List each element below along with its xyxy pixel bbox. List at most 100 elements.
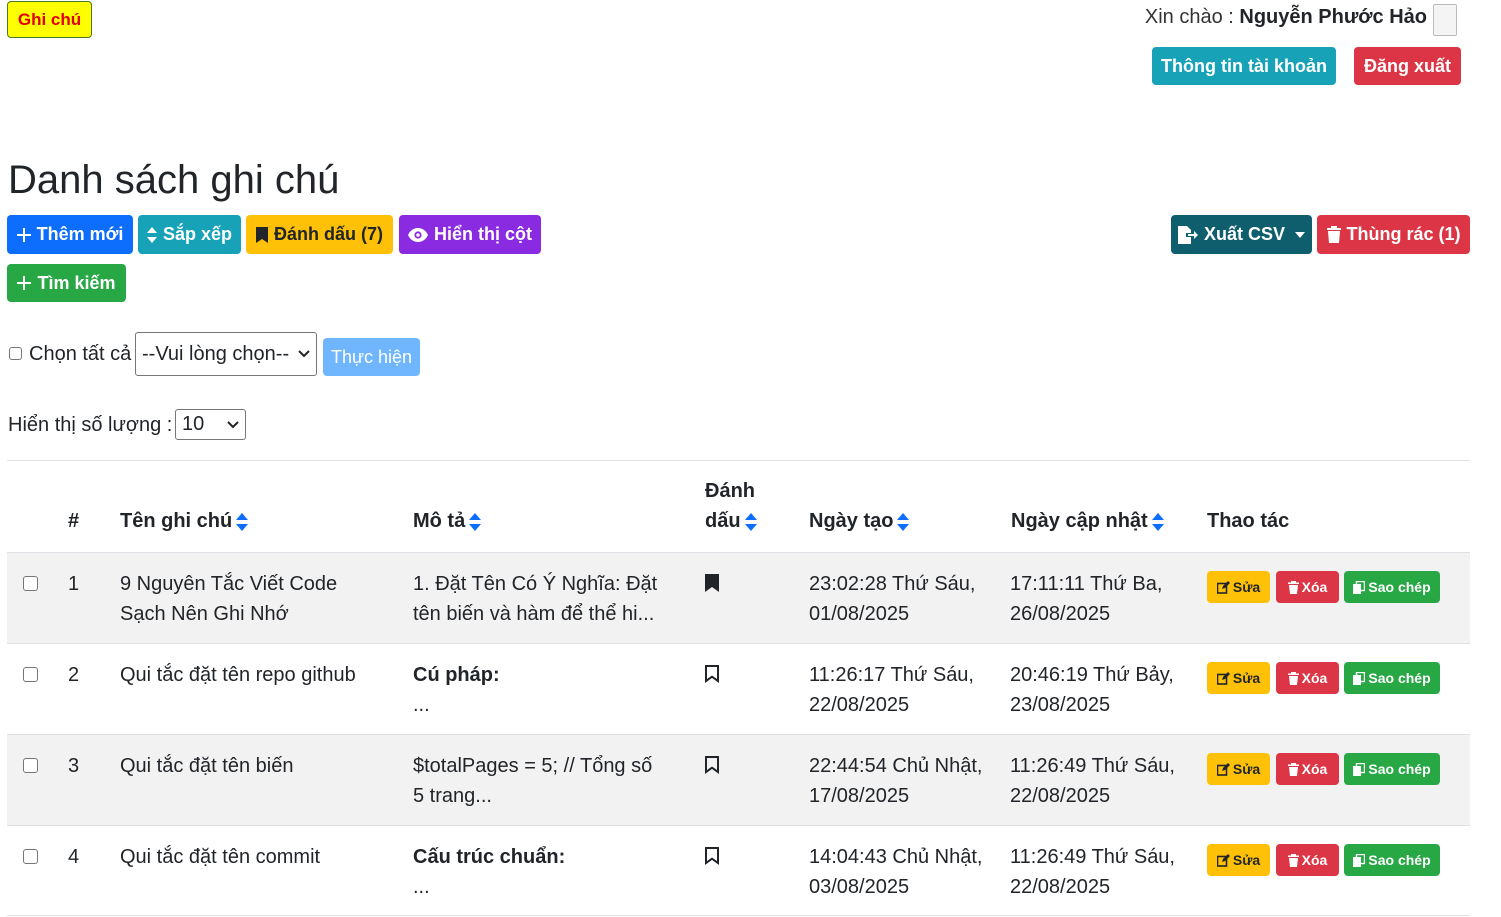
row-description: Cấu trúc chuẩn:... — [413, 842, 565, 902]
edit-label: Sửa — [1232, 852, 1261, 868]
sort-icon[interactable] — [744, 512, 757, 531]
sort-button[interactable]: Sắp xếp — [138, 215, 241, 254]
trash-icon — [1287, 671, 1299, 685]
column-header-updated[interactable]: Ngày cập nhật — [1011, 510, 1164, 533]
delete-button[interactable]: Xóa — [1276, 662, 1339, 694]
row-checkbox[interactable] — [23, 576, 38, 591]
row-updated-line1: 11:26:49 Thứ Sáu, — [1010, 846, 1175, 868]
bookmark-icon[interactable] — [705, 847, 719, 870]
execute-button[interactable]: Thực hiện — [323, 338, 420, 376]
row-created-line2: 03/08/2025 — [809, 876, 910, 898]
column-header-bookmark[interactable]: dấu — [705, 510, 757, 533]
bookmark-icon[interactable] — [705, 756, 719, 779]
bookmark-icon[interactable] — [705, 665, 719, 688]
edit-icon — [1216, 762, 1230, 776]
user-name: Nguyễn Phước Hảo — [1239, 6, 1427, 28]
row-description: Cú pháp:... — [413, 660, 500, 720]
bulk-action-select[interactable]: --Vui lòng chọn-- — [135, 332, 317, 376]
row-updated-line2: 22/08/2025 — [1010, 876, 1111, 898]
edit-button[interactable]: Sửa — [1207, 662, 1270, 694]
copy-label: Sao chép — [1368, 852, 1431, 868]
edit-button[interactable]: Sửa — [1207, 844, 1270, 876]
row-updated-line1: 20:46:19 Thứ Bảy, — [1010, 664, 1174, 686]
export-csv-label: Xuất CSV — [1203, 224, 1286, 244]
sort-icon[interactable] — [469, 512, 482, 531]
row-name[interactable]: 9 Nguyên Tắc Viết Code Sạch Nên Ghi Nhớ — [120, 569, 337, 629]
row-updated: 11:26:49 Thứ Sáu, 22/08/2025 — [1010, 751, 1175, 811]
copy-button[interactable]: Sao chép — [1344, 662, 1440, 694]
row-name-line1: 9 Nguyên Tắc Viết Code — [120, 573, 338, 595]
delete-button[interactable]: Xóa — [1276, 753, 1339, 785]
table-row: 1 9 Nguyên Tắc Viết Code Sạch Nên Ghi Nhớ 1… — [7, 552, 1470, 643]
trash-button[interactable]: Thùng rác (1) — [1317, 215, 1470, 254]
row-created: 23:02:28 Thứ Sáu, 01/08/2025 — [809, 569, 975, 629]
row-name-line1: Qui tắc đặt tên repo github — [120, 664, 356, 686]
row-name[interactable]: Qui tắc đặt tên repo github — [120, 660, 356, 690]
search-button[interactable]: Tìm kiếm — [7, 264, 126, 302]
row-name-line1: Qui tắc đặt tên commit — [120, 846, 321, 868]
row-description-line1: Cú pháp: — [413, 664, 500, 686]
row-updated-line2: 26/08/2025 — [1010, 603, 1111, 625]
select-all-checkbox[interactable] — [9, 347, 22, 360]
sort-icon[interactable] — [1151, 512, 1164, 531]
copy-button[interactable]: Sao chép — [1344, 753, 1440, 785]
copy-button[interactable]: Sao chép — [1344, 571, 1440, 603]
add-new-button[interactable]: Thêm mới — [7, 215, 133, 254]
search-label: Tìm kiếm — [37, 272, 116, 293]
sort-label: Sắp xếp — [162, 224, 233, 244]
plus-icon — [16, 227, 31, 242]
row-updated: 20:46:19 Thứ Bảy, 23/08/2025 — [1010, 660, 1174, 720]
trash-icon — [1287, 853, 1299, 867]
row-description: 1. Đặt Tên Có Ý Nghĩa: Đặt tên biến và hà… — [413, 569, 657, 629]
divider — [7, 460, 1470, 461]
row-created: 14:04:43 Chủ Nhật, 03/08/2025 — [809, 842, 982, 902]
show-columns-button[interactable]: Hiển thị cột — [399, 215, 541, 254]
row-index: 4 — [68, 846, 80, 868]
page-title: Danh sách ghi chú — [8, 158, 340, 202]
row-created-line1: 23:02:28 Thứ Sáu, — [809, 573, 976, 595]
edit-button[interactable]: Sửa — [1207, 753, 1270, 785]
copy-label: Sao chép — [1368, 761, 1431, 777]
page-size-select[interactable]: 10 — [175, 409, 246, 440]
sort-icon[interactable] — [236, 512, 249, 531]
account-info-button[interactable]: Thông tin tài khoản — [1152, 47, 1336, 85]
row-index: 2 — [68, 664, 80, 686]
row-checkbox[interactable] — [23, 849, 38, 864]
row-checkbox[interactable] — [23, 758, 38, 773]
bulk-action-value: --Vui lòng chọn-- — [142, 342, 290, 365]
bookmark-icon[interactable] — [705, 574, 719, 597]
edit-button[interactable]: Sửa — [1207, 571, 1270, 603]
trash-icon — [1287, 762, 1299, 776]
sort-icon — [146, 226, 157, 243]
column-header-description[interactable]: Mô tả — [413, 510, 482, 533]
avatar[interactable] — [1433, 4, 1457, 36]
copy-icon — [1353, 762, 1366, 776]
copy-button[interactable]: Sao chép — [1344, 844, 1440, 876]
delete-button[interactable]: Xóa — [1276, 571, 1339, 603]
row-description-line2: ... — [413, 694, 430, 716]
row-updated-line1: 11:26:49 Thứ Sáu, — [1010, 755, 1175, 777]
row-updated-line2: 22/08/2025 — [1010, 785, 1111, 807]
column-header-created[interactable]: Ngày tạo — [809, 510, 910, 533]
column-header-bookmark-line1: Đánh — [705, 480, 755, 502]
row-name[interactable]: Qui tắc đặt tên commit — [120, 842, 320, 872]
bookmark-filter-button[interactable]: Đánh dấu (7) — [246, 215, 393, 254]
column-header-name[interactable]: Tên ghi chú — [120, 510, 249, 533]
column-header-description-label: Mô tả — [413, 510, 466, 532]
row-created: 22:44:54 Chủ Nhật, 17/08/2025 — [809, 751, 982, 811]
delete-label: Xóa — [1301, 670, 1328, 686]
edit-label: Sửa — [1232, 579, 1261, 595]
export-csv-button[interactable]: Xuất CSV — [1171, 215, 1312, 254]
logout-button[interactable]: Đăng xuất — [1354, 47, 1461, 85]
logo-button[interactable]: Ghi chú — [7, 1, 92, 38]
row-checkbox[interactable] — [23, 667, 38, 682]
sort-icon[interactable] — [897, 512, 910, 531]
row-description-line1: Cấu trúc chuẩn: — [413, 846, 566, 868]
row-updated-line2: 23/08/2025 — [1010, 694, 1111, 716]
select-all-label: Chọn tất cả — [29, 343, 132, 365]
row-name[interactable]: Qui tắc đặt tên biến — [120, 751, 293, 781]
row-created-line2: 17/08/2025 — [809, 785, 910, 807]
delete-button[interactable]: Xóa — [1276, 844, 1339, 876]
row-created-line1: 14:04:43 Chủ Nhật, — [809, 846, 983, 868]
copy-icon — [1353, 671, 1366, 685]
